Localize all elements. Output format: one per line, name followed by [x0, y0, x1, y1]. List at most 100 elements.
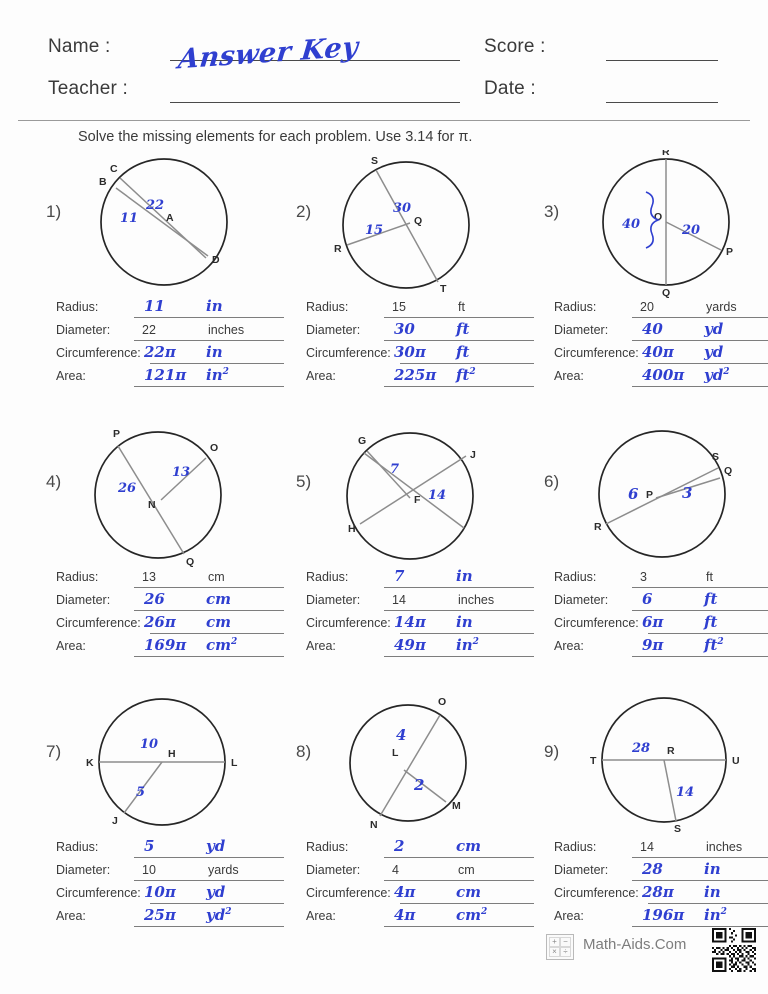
- radius-value[interactable]: 7: [394, 567, 404, 585]
- diameter-line: [379, 714, 441, 817]
- diameter-value[interactable]: 28: [642, 860, 663, 878]
- answer-row-circumference: Circumference: 26π cm: [56, 613, 284, 637]
- worksheet-footer: + − × ÷ Math-Aids.Com: [0, 928, 768, 988]
- radius-rule[interactable]: [134, 857, 284, 858]
- area-value[interactable]: 196π: [642, 906, 684, 924]
- radius-label: Radius:: [554, 840, 597, 854]
- radius-rule[interactable]: [384, 587, 534, 588]
- circumference-rule[interactable]: [648, 903, 768, 904]
- point-label-t: T: [590, 755, 597, 767]
- radius-rule[interactable]: [384, 317, 534, 318]
- radius-rule[interactable]: [632, 857, 768, 858]
- point-label-n: N: [370, 819, 378, 831]
- area-rule[interactable]: [134, 386, 284, 387]
- radius-rule[interactable]: [134, 317, 284, 318]
- circumference-value[interactable]: 40π: [642, 343, 674, 361]
- circumference-rule[interactable]: [400, 903, 534, 904]
- circumference-label: Circumference:: [306, 346, 391, 360]
- area-rule[interactable]: [134, 656, 284, 657]
- teacher-field-rule[interactable]: [170, 102, 460, 103]
- area-rule[interactable]: [632, 386, 768, 387]
- radius-rule[interactable]: [384, 857, 534, 858]
- circumference-rule[interactable]: [400, 633, 534, 634]
- circumference-rule[interactable]: [648, 633, 768, 634]
- diameter-line: [375, 169, 439, 283]
- diameter-rule[interactable]: [632, 610, 768, 611]
- circumference-rule[interactable]: [150, 363, 284, 364]
- circumference-label: Circumference:: [306, 886, 391, 900]
- circumference-rule[interactable]: [150, 903, 284, 904]
- area-value[interactable]: 400π: [642, 366, 684, 384]
- area-label: Area:: [554, 369, 584, 383]
- radius-value[interactable]: 2: [394, 837, 404, 855]
- point-label-n: N: [148, 499, 156, 511]
- diameter-value[interactable]: 26: [144, 590, 165, 608]
- area-value[interactable]: 225π: [394, 366, 436, 384]
- answer-row-radius: Radius: 11 in: [56, 297, 284, 321]
- circumference-rule[interactable]: [648, 363, 768, 364]
- circumference-value[interactable]: 6π: [642, 613, 663, 631]
- annotation-diameter: 40: [622, 217, 640, 232]
- diameter-value[interactable]: 6: [642, 590, 652, 608]
- area-value[interactable]: 169π: [144, 636, 186, 654]
- score-field-rule[interactable]: [606, 60, 718, 61]
- circumference-label: Circumference:: [554, 616, 639, 630]
- name-label: Name :: [48, 36, 111, 57]
- circumference-rule[interactable]: [400, 363, 534, 364]
- diameter-value[interactable]: 30: [394, 320, 415, 338]
- circumference-value[interactable]: 14π: [394, 613, 426, 631]
- circumference-value[interactable]: 30π: [394, 343, 426, 361]
- answer-row-diameter: Diameter: 14 inches: [306, 591, 534, 614]
- radius-line: [366, 450, 411, 499]
- diameter-rule[interactable]: [134, 340, 284, 341]
- diameter-rule[interactable]: [384, 610, 534, 611]
- area-rule[interactable]: [632, 926, 768, 927]
- diameter-value[interactable]: 40: [642, 320, 663, 338]
- point-label-p: P: [726, 246, 733, 258]
- circumference-value[interactable]: 28π: [642, 883, 674, 901]
- diameter-rule[interactable]: [134, 610, 284, 611]
- diameter-rule[interactable]: [384, 340, 534, 341]
- area-value[interactable]: 9π: [642, 636, 663, 654]
- area-value[interactable]: 121π: [144, 366, 186, 384]
- point-label-l: L: [231, 757, 238, 769]
- area-value[interactable]: 49π: [394, 636, 426, 654]
- circumference-value[interactable]: 4π: [394, 883, 415, 901]
- answer-row-diameter: Diameter: 28 in: [554, 860, 768, 884]
- diameter-rule[interactable]: [632, 880, 768, 881]
- circumference-value[interactable]: 10π: [144, 883, 176, 901]
- radius-rule[interactable]: [632, 587, 768, 588]
- point-label-r: R: [334, 243, 342, 255]
- point-label-o: O: [210, 442, 218, 454]
- area-rule[interactable]: [134, 926, 284, 927]
- radius-value: 13: [142, 570, 156, 584]
- radius-value[interactable]: 5: [144, 837, 154, 855]
- radius-rule[interactable]: [632, 317, 768, 318]
- problem-number: 7): [46, 742, 62, 761]
- diameter-rule[interactable]: [134, 880, 284, 881]
- area-value[interactable]: 25π: [144, 906, 176, 924]
- problem-4: 4) P O N Q 13 26 Radius: 13 cm Diameter: 26…: [40, 420, 286, 690]
- area-rule[interactable]: [384, 926, 534, 927]
- date-field-rule[interactable]: [606, 102, 718, 103]
- circumference-value[interactable]: 22π: [144, 343, 176, 361]
- radius-value[interactable]: 11: [144, 297, 165, 315]
- point-label-r: R: [667, 745, 675, 757]
- answer-row-diameter: Diameter: 22 inches: [56, 321, 284, 344]
- diameter-rule[interactable]: [632, 340, 768, 341]
- point-label-o: O: [438, 696, 446, 708]
- area-value[interactable]: 4π: [394, 906, 415, 924]
- answer-row-radius: Radius: 2 cm: [306, 837, 534, 861]
- diameter-unit: inches: [208, 323, 245, 337]
- problem-7: 7) K H L J 10 5 Radius: 5 yd Diameter: 10 ya…: [40, 690, 286, 960]
- circumference-rule[interactable]: [150, 633, 284, 634]
- radius-unit: inches: [706, 840, 743, 854]
- area-rule[interactable]: [384, 656, 534, 657]
- annotation-diameter: 26: [117, 481, 136, 496]
- circumference-value[interactable]: 26π: [144, 613, 176, 631]
- diameter-rule[interactable]: [384, 880, 534, 881]
- area-rule[interactable]: [632, 656, 768, 657]
- annotation-diameter: 30: [393, 201, 411, 216]
- area-rule[interactable]: [384, 386, 534, 387]
- radius-rule[interactable]: [134, 587, 284, 588]
